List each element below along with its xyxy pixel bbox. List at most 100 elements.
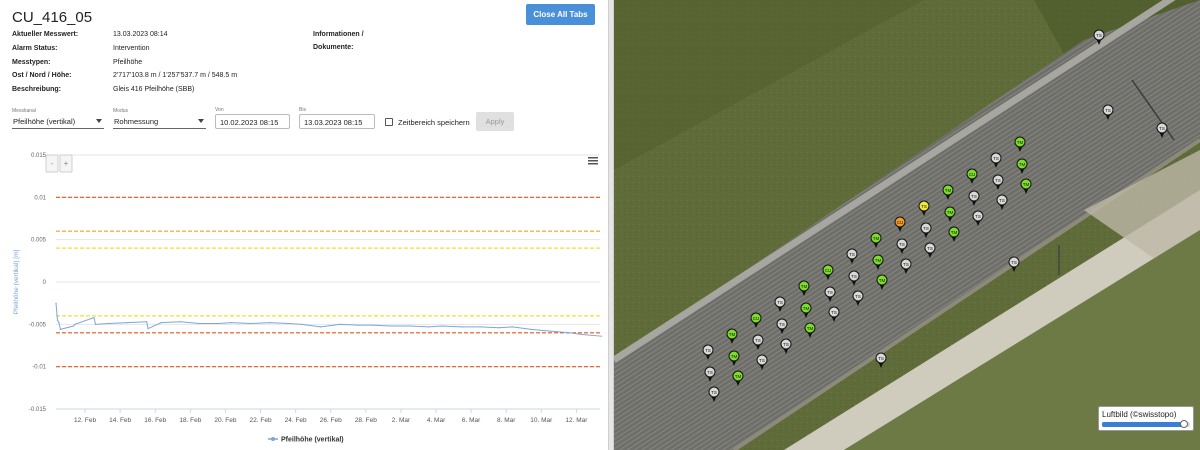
info-value-alarm-status: Intervention — [113, 45, 150, 52]
menu-icon[interactable] — [588, 163, 598, 165]
messkanal-value: Pfeilhöhe (vertikal) — [13, 117, 76, 126]
data-point[interactable] — [460, 326, 462, 328]
data-point[interactable] — [441, 325, 443, 327]
y-tick-label: 0.01 — [34, 195, 46, 201]
marker-label: TS — [878, 356, 884, 361]
marker-label: TS — [783, 342, 789, 347]
marker-label: TM — [807, 326, 814, 331]
close-all-tabs-button[interactable]: Close All Tabs — [526, 4, 595, 25]
x-tick-label: 4. Mar — [427, 417, 446, 424]
bis-date-input[interactable]: 13.03.2023 08:15 — [299, 114, 375, 129]
x-tick-label: 20. Feb — [214, 417, 236, 424]
x-tick-label: 12. Feb — [74, 417, 96, 424]
data-point[interactable] — [230, 322, 233, 324]
marker-label: TS — [899, 242, 905, 247]
data-point[interactable] — [94, 323, 97, 325]
data-point[interactable] — [600, 335, 603, 337]
data-point[interactable] — [146, 321, 148, 323]
data-point[interactable] — [93, 316, 95, 319]
data-point[interactable] — [409, 325, 411, 327]
time-series-chart[interactable]: 0.015 0.01 0.005 0 -0.005 -0.01 -0.015 12. Feb 1… — [0, 148, 608, 450]
data-point[interactable] — [287, 322, 290, 325]
data-point[interactable] — [249, 322, 252, 325]
chevron-down-icon — [96, 119, 102, 123]
marker-label: TS — [1011, 260, 1017, 265]
data-point[interactable] — [498, 327, 500, 329]
legend-item[interactable]: Pfeilhöhe (vertikal) — [281, 437, 344, 444]
chevron-down-icon — [198, 119, 204, 123]
data-point[interactable] — [108, 322, 110, 325]
data-point[interactable] — [217, 322, 219, 325]
data-point[interactable] — [549, 330, 551, 332]
marker-label: TM — [1023, 182, 1030, 187]
marker-label: TS — [923, 226, 929, 231]
marker-label: TM — [873, 236, 880, 241]
layer-label: Luftbild (©swisstopo) — [1102, 410, 1177, 419]
data-point[interactable] — [358, 324, 360, 326]
data-point[interactable] — [320, 326, 322, 328]
data-point[interactable] — [581, 333, 584, 336]
data-point[interactable] — [72, 325, 75, 327]
y-tick-label: 0.005 — [31, 238, 47, 244]
data-point[interactable] — [160, 322, 162, 324]
page-title: CU_416_05 — [12, 9, 93, 26]
menu-icon[interactable] — [588, 160, 598, 162]
marker-label: TS — [711, 390, 717, 395]
data-point[interactable] — [59, 328, 61, 331]
x-tick-label: 6. Mar — [462, 417, 481, 424]
data-point[interactable] — [301, 323, 303, 325]
map-view[interactable]: TS TM CU TS TM CU TS TM CU TS TM CU TS TM TS TM TS TS TM TS… — [614, 0, 1200, 450]
marker-label: TS — [903, 262, 909, 267]
data-point[interactable] — [58, 322, 60, 324]
y-tick-label: -0.01 — [32, 365, 46, 371]
data-point[interactable] — [511, 326, 513, 328]
x-tick-label: 24. Feb — [285, 417, 307, 424]
data-point[interactable] — [74, 323, 76, 325]
marker-label: TS — [1105, 108, 1111, 113]
data-point[interactable] — [179, 321, 181, 323]
x-tick-label: 18. Feb — [179, 417, 201, 424]
data-point[interactable] — [568, 332, 570, 334]
data-point[interactable] — [56, 319, 59, 321]
data-point[interactable] — [147, 327, 149, 330]
marker-label: CU — [753, 316, 760, 321]
x-tick-label: 10. Mar — [530, 417, 553, 424]
x-tick-label: 12. Mar — [565, 417, 588, 424]
marker-label: TS — [827, 290, 833, 295]
layer-opacity-fill — [1102, 422, 1184, 427]
marker-label: TS — [831, 310, 837, 315]
marker-label: TS — [921, 204, 927, 209]
modus-select[interactable]: Rohmessung — [113, 113, 206, 129]
x-tick-label: 26. Feb — [320, 417, 342, 424]
info-label-koordinaten: Ost / Nord / Höhe: — [12, 72, 72, 79]
save-range-checkbox[interactable] — [385, 118, 393, 126]
marker-label: TS — [927, 246, 933, 251]
info-value-beschreibung: Gleis 416 Pfeilhöhe (SBB) — [113, 86, 195, 93]
data-point[interactable] — [55, 302, 57, 304]
apply-button[interactable]: Apply — [476, 112, 514, 131]
y-tick-label: 0 — [43, 280, 47, 286]
von-date-input[interactable]: 10.02.2023 08:15 — [215, 114, 290, 129]
info-label-beschreibung: Beschreibung: — [12, 86, 62, 93]
data-point[interactable] — [198, 322, 200, 325]
slider-handle[interactable] — [1179, 420, 1188, 428]
info-value-messtypen: Pfeilhöhe — [113, 59, 143, 66]
data-point[interactable] — [390, 325, 392, 327]
data-point[interactable] — [428, 326, 430, 328]
data-point[interactable] — [530, 328, 532, 331]
data-point[interactable] — [371, 324, 373, 326]
layer-opacity-slider[interactable] — [1102, 420, 1190, 428]
marker-label: TS — [1096, 33, 1102, 38]
data-point[interactable] — [127, 322, 129, 324]
data-point[interactable] — [479, 326, 481, 328]
messkanal-select[interactable]: Pfeilhöhe (vertikal) — [12, 113, 104, 129]
layer-control[interactable]: Luftbild (©swisstopo) — [1098, 406, 1194, 431]
marker-label: TS — [755, 338, 761, 343]
menu-icon[interactable] — [588, 157, 598, 159]
data-point[interactable] — [339, 323, 341, 325]
data-point[interactable] — [268, 322, 271, 324]
marker-label: TM — [801, 284, 808, 289]
aerial-map[interactable]: TS TM CU TS TM CU TS TM CU TS TM CU TS TM TS TM TS TS TM TS… — [614, 0, 1200, 450]
marker-label: TS — [707, 370, 713, 375]
series-line-pfeilhoehe[interactable] — [55, 303, 602, 337]
